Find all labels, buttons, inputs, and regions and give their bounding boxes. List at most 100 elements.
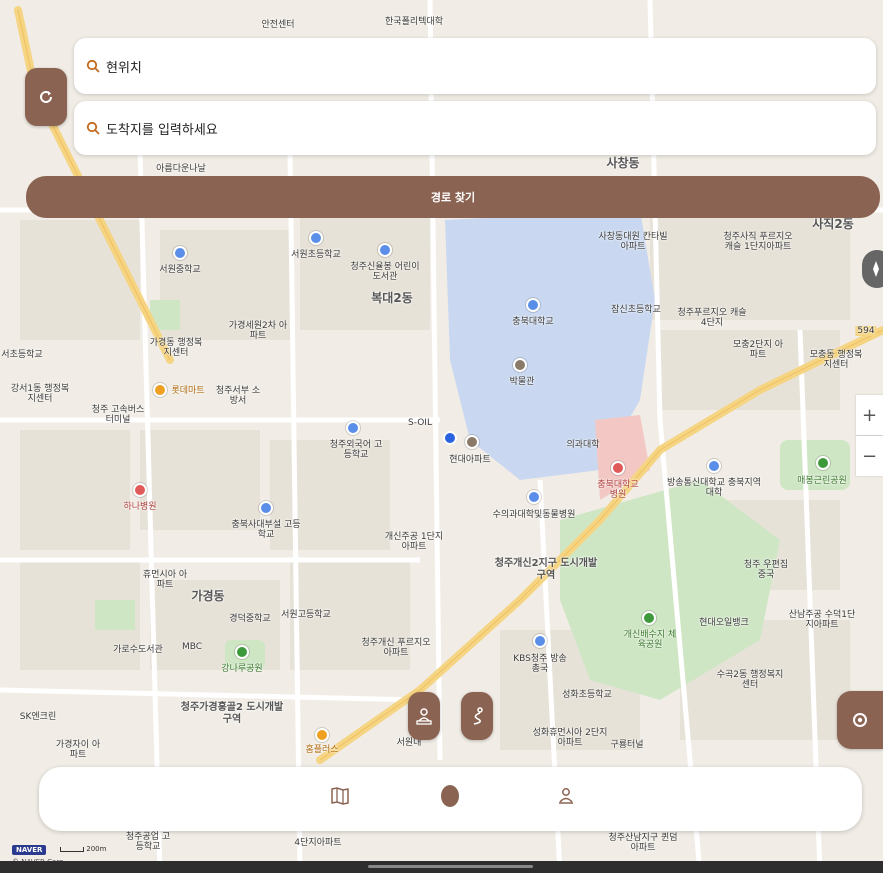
refresh-button[interactable] — [25, 68, 67, 126]
map-label: 의과대학 — [566, 440, 600, 450]
destination-input[interactable]: 도착지를 입력하세요 — [74, 101, 876, 155]
map-label: 충북사대부설 고등학교 — [231, 520, 301, 541]
map-label: 안전센터 — [261, 20, 295, 30]
map-label: 성화휴먼시아 2단지아파트 — [532, 728, 608, 749]
search-icon — [86, 59, 100, 73]
home-indicator[interactable] — [368, 865, 533, 868]
find-route-button[interactable]: 경로 찾기 — [26, 176, 880, 218]
route-path-icon — [473, 707, 483, 725]
map-label: 현대아파트 — [449, 455, 491, 465]
person-location-icon — [559, 788, 573, 804]
map-label: 서원고등학교 — [281, 610, 331, 620]
map-marker[interactable] — [309, 231, 323, 245]
person-pin-button[interactable] — [408, 692, 440, 740]
map-marker[interactable] — [378, 243, 392, 257]
map-marker[interactable] — [315, 728, 329, 742]
map-marker[interactable] — [153, 383, 167, 397]
map-marker[interactable] — [133, 483, 147, 497]
plus-icon: + — [861, 404, 878, 426]
map-marker[interactable] — [235, 645, 249, 659]
map-label: MBC — [181, 642, 203, 652]
map-marker[interactable] — [259, 501, 273, 515]
map-label: 청주신율봉 어린이도서관 — [350, 262, 420, 283]
nav-profile-button[interactable] — [552, 782, 580, 810]
map-marker[interactable] — [513, 358, 527, 372]
route-path-button[interactable] — [461, 692, 493, 740]
map-label: 충북대학교 병원 — [597, 480, 639, 501]
map-marker[interactable] — [816, 456, 830, 470]
map-label: 서초등학교 — [1, 350, 43, 360]
map-label: 청주개신2지구 도시개발구역 — [494, 558, 598, 581]
map-label: 성화초등학교 — [562, 690, 612, 700]
map-marker[interactable] — [173, 246, 187, 260]
my-location-button[interactable] — [837, 691, 883, 749]
map-label: 아름다운나날 — [156, 164, 206, 174]
map-label: 롯데마트 — [171, 386, 205, 396]
map-label: 가경자이 아파트 — [55, 740, 101, 761]
map-label: 청주 우편집중국 — [743, 560, 789, 581]
map-label: 충북대학교 — [512, 317, 554, 327]
map-label: 복대2동 — [371, 291, 413, 305]
zoom-out-button[interactable]: − — [856, 436, 883, 476]
home-dot-icon — [441, 785, 459, 807]
map-label: S-OIL — [408, 418, 432, 428]
map-label: 현대오일뱅크 — [699, 618, 749, 628]
map-label: 가경동 — [191, 589, 225, 603]
target-icon — [853, 713, 867, 727]
map-marker[interactable] — [707, 459, 721, 473]
map-label: 휴먼시아 아파트 — [142, 570, 188, 591]
refresh-icon — [40, 90, 52, 103]
scale-label: 200m — [86, 845, 107, 853]
map-label: 청주푸르지오 캐슬4단지 — [677, 308, 747, 329]
map-label: 강서1동 행정복지센터 — [10, 384, 70, 405]
map-label: 서원초등학교 — [291, 250, 341, 260]
map-label: 사창동대원 칸타빌아파트 — [598, 232, 668, 253]
map-label: 방송통신대학교 충북지역대학 — [667, 478, 761, 499]
map-label: 강나루공원 — [221, 664, 263, 674]
map-label: 청주 고속버스터미널 — [91, 405, 145, 426]
map-marker[interactable] — [611, 461, 625, 475]
map-marker[interactable] — [346, 421, 360, 435]
map-label: 청주서부 소방서 — [215, 386, 261, 407]
map-label: 박물관 — [509, 377, 535, 387]
system-navigation-bar — [0, 861, 883, 873]
map-label: 매봉근린공원 — [797, 476, 847, 486]
map-label: 한국폴리텍대학 — [385, 17, 443, 27]
map-marker[interactable] — [642, 611, 656, 625]
current-location-text: 현위치 — [106, 60, 142, 76]
map-label: 청주산남지구 퀸덤아파트 — [608, 833, 678, 854]
map-label: 홈플러스 — [305, 745, 339, 755]
minus-icon: − — [861, 445, 878, 467]
map-label: SK엔크린 — [19, 712, 57, 722]
find-route-label: 경로 찾기 — [430, 191, 476, 204]
map-label: KBS청주 방송총국 — [513, 654, 567, 675]
map-marker[interactable] — [526, 298, 540, 312]
map-marker[interactable] — [527, 490, 541, 504]
map-label: 가로수도서관 — [113, 645, 163, 655]
current-location-input[interactable]: 현위치 — [74, 38, 876, 94]
map-book-icon — [331, 787, 349, 805]
map-label: 경덕중학교 — [229, 614, 271, 624]
person-pin-icon — [416, 708, 432, 725]
map-label: 사직2동 — [812, 217, 854, 231]
naver-logo: NAVER — [12, 845, 47, 855]
zoom-in-button[interactable]: + — [856, 395, 883, 435]
map-label: 개신배수지 체육공원 — [623, 630, 677, 651]
map-label: 가경동 행정복지센터 — [149, 338, 203, 359]
map-label: 청주사직 푸르지오캐슬 1단지아파트 — [723, 232, 793, 253]
map-label: 가경세원2차 아파트 — [228, 321, 288, 342]
map-scale: 200m — [60, 845, 106, 853]
map-marker[interactable] — [465, 435, 479, 449]
map-marker[interactable] — [533, 634, 547, 648]
map-label: 구룡터널 — [610, 740, 644, 750]
map-label: 청주개신 푸르지오아파트 — [361, 638, 431, 659]
scale-bar — [60, 846, 84, 852]
map-label: 청주공업 고등학교 — [125, 832, 171, 853]
map-label: 개신주공 1단지아파트 — [384, 532, 444, 553]
nav-home-button[interactable] — [436, 782, 464, 810]
map-label: 수의과대학및동물병원 — [492, 510, 576, 520]
map-label: 사창동 — [606, 156, 640, 170]
map-label: 서원중학교 — [159, 265, 201, 275]
compass-button[interactable] — [862, 250, 883, 288]
nav-map-button[interactable] — [326, 782, 354, 810]
